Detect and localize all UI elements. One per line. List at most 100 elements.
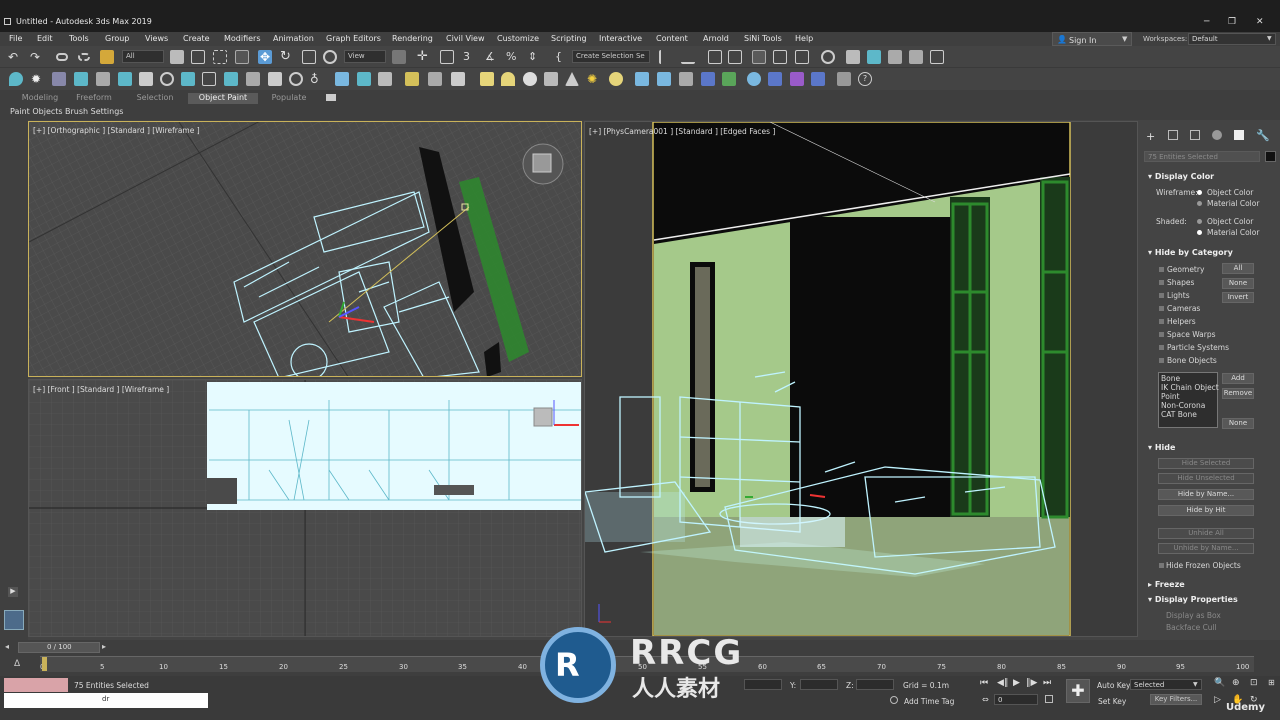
menu-content[interactable]: Content: [656, 34, 688, 43]
time-tag-icon[interactable]: [890, 696, 898, 704]
tool-icon[interactable]: [811, 72, 825, 86]
tool-icon[interactable]: [405, 72, 419, 86]
place-icon[interactable]: [323, 50, 337, 64]
menu-scripting[interactable]: Scripting: [551, 34, 587, 43]
snaps-toggle-icon[interactable]: 3: [463, 50, 477, 64]
script-mini-listener[interactable]: dr: [4, 693, 208, 708]
key-filters-button[interactable]: Key Filters...: [1150, 694, 1202, 705]
tool-icon[interactable]: [378, 72, 392, 86]
menu-views[interactable]: Views: [145, 34, 168, 43]
tab-freeform[interactable]: Freeform: [70, 93, 118, 104]
checkbox[interactable]: [1159, 306, 1164, 311]
keyboard-shortcut-icon[interactable]: [440, 50, 454, 64]
hide-category-none-button[interactable]: None: [1222, 278, 1254, 289]
menu-file[interactable]: File: [9, 34, 22, 43]
close-icon[interactable]: ✕: [1256, 17, 1264, 27]
menu-help[interactable]: Help: [795, 34, 813, 43]
shaded-object-color-radio[interactable]: [1197, 219, 1202, 224]
menu-customize[interactable]: Customize: [497, 34, 539, 43]
y-field[interactable]: [800, 679, 838, 690]
slider-left-icon[interactable]: ◂: [5, 642, 9, 651]
sun-icon[interactable]: ✹: [31, 72, 45, 86]
menu-arnold[interactable]: Arnold: [703, 34, 729, 43]
go-to-start-icon[interactable]: ⏮: [980, 678, 988, 688]
checkbox[interactable]: [1159, 332, 1164, 337]
tool-icon[interactable]: [74, 72, 88, 86]
slider-right-icon[interactable]: ▸: [102, 642, 106, 651]
undo-icon[interactable]: ↶: [8, 50, 22, 64]
select-rotate-icon[interactable]: ↻: [280, 50, 294, 64]
freeze-header[interactable]: ▸ Freeze: [1148, 580, 1185, 589]
unhide-by-name-button[interactable]: Unhide by Name...: [1158, 543, 1254, 554]
hide-selected-button[interactable]: Hide Selected: [1158, 458, 1254, 469]
tool-icon[interactable]: [139, 72, 153, 86]
add-time-tag[interactable]: Add Time Tag: [904, 697, 954, 706]
display-tab-icon[interactable]: [1234, 130, 1244, 140]
set-key-button[interactable]: Set Key: [1098, 697, 1126, 706]
curve-editor-icon[interactable]: [773, 50, 787, 64]
tab-modeling[interactable]: Modeling: [8, 93, 72, 104]
unhide-all-button[interactable]: Unhide All: [1158, 528, 1254, 539]
box-icon[interactable]: [480, 72, 494, 86]
tool-icon[interactable]: [451, 72, 465, 86]
sun-light-icon[interactable]: ✺: [587, 72, 601, 86]
tool-icon[interactable]: [268, 72, 282, 86]
field-of-view-icon[interactable]: ▷: [1214, 695, 1221, 705]
menu-group[interactable]: Group: [105, 34, 129, 43]
link-icon[interactable]: [56, 53, 68, 61]
toggle-ribbon-icon[interactable]: [752, 50, 766, 64]
window-crossing-icon[interactable]: [235, 50, 249, 64]
rect-selection-icon[interactable]: [213, 50, 227, 64]
selection-name-field[interactable]: 75 Entities Selected: [1144, 151, 1260, 162]
teapot-icon[interactable]: [544, 72, 558, 86]
zoom-extents-all-icon[interactable]: ⊞: [1268, 678, 1275, 687]
menu-civil-view[interactable]: Civil View: [446, 34, 485, 43]
create-tab-icon[interactable]: +: [1146, 130, 1155, 143]
layer-explorer-icon[interactable]: [728, 50, 742, 64]
x-field[interactable]: [744, 679, 782, 690]
display-color-header[interactable]: ▾ Display Color: [1148, 172, 1214, 181]
modify-tab-icon[interactable]: [1168, 130, 1178, 140]
category-add-button[interactable]: Add: [1222, 373, 1254, 384]
hide-by-name-button[interactable]: Hide by Name...: [1158, 489, 1254, 500]
list-item[interactable]: Bone: [1161, 374, 1180, 383]
tool-icon[interactable]: [428, 72, 442, 86]
zoom-extents-icon[interactable]: ⊡: [1250, 678, 1258, 688]
cone-icon[interactable]: [565, 72, 579, 86]
previous-frame-icon[interactable]: ◀‖: [997, 678, 1008, 688]
key-mode-dropdown[interactable]: Selected ▼: [1130, 679, 1202, 690]
light-icon[interactable]: [609, 72, 623, 86]
tool-icon[interactable]: [768, 72, 782, 86]
tool-icon[interactable]: [181, 72, 195, 86]
dome-icon[interactable]: [501, 72, 515, 86]
checkbox[interactable]: [1159, 319, 1164, 324]
restore-icon[interactable]: ❐: [1228, 17, 1236, 27]
maxscript-listener[interactable]: [4, 678, 68, 692]
tool-icon[interactable]: [635, 72, 649, 86]
percent-snap-icon[interactable]: %: [506, 50, 520, 64]
render-production-icon[interactable]: [888, 50, 902, 64]
menu-tools[interactable]: Tools: [69, 34, 89, 43]
tab-populate[interactable]: Populate: [264, 93, 314, 104]
bind-spacewarp-icon[interactable]: [100, 50, 114, 64]
tool-icon[interactable]: [747, 72, 761, 86]
tool-icon[interactable]: [701, 72, 715, 86]
viewport-layout-tab[interactable]: [4, 610, 24, 630]
time-config-icon[interactable]: [1045, 695, 1053, 703]
scene-explorer-icon[interactable]: [708, 50, 722, 64]
tool-icon[interactable]: [118, 72, 132, 86]
rendered-frame-window-icon[interactable]: [867, 50, 881, 64]
tool-icon[interactable]: [837, 72, 851, 86]
menu-edit[interactable]: Edit: [37, 34, 53, 43]
object-color-swatch[interactable]: [1265, 151, 1276, 162]
expand-arrow-icon[interactable]: ▶: [8, 587, 18, 597]
tool-icon[interactable]: [679, 72, 693, 86]
z-field[interactable]: [856, 679, 894, 690]
time-slider[interactable]: 0 / 100: [18, 642, 100, 653]
shaded-material-color-radio[interactable]: [1197, 230, 1202, 235]
menu-create[interactable]: Create: [183, 34, 210, 43]
checkbox[interactable]: [1159, 280, 1164, 285]
menu-interactive[interactable]: Interactive: [599, 34, 642, 43]
hide-category-all-button[interactable]: All: [1222, 263, 1254, 274]
schematic-view-icon[interactable]: [795, 50, 809, 64]
